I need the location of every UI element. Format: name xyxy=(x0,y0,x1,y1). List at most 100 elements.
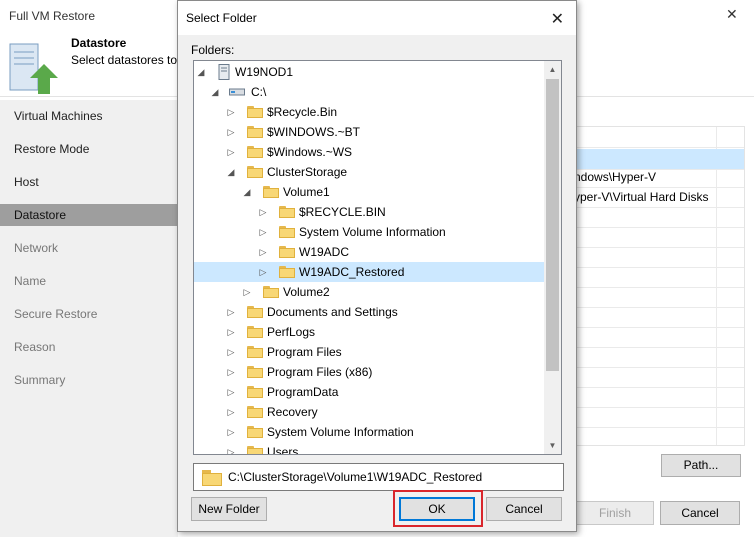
tree-node-folder[interactable]: ▷ Program Files (x86) xyxy=(194,362,545,382)
wizard-cancel-button[interactable]: Cancel xyxy=(660,501,740,525)
table-row[interactable] xyxy=(574,127,744,148)
path-button[interactable]: Path... xyxy=(661,454,741,477)
select-folder-dialog: Select Folder ✕ Folders: ◢ W19NOD1 ◢ C:\… xyxy=(177,0,577,532)
close-icon[interactable]: ✕ xyxy=(726,6,738,23)
step-datastore[interactable]: Datastore xyxy=(0,204,178,226)
tree-node-folder[interactable]: ▷ W19ADC xyxy=(194,242,545,262)
tree-node-folder[interactable]: ▷ $WINDOWS.~BT xyxy=(194,122,545,142)
collapsed-arrow-icon[interactable]: ▷ xyxy=(258,202,268,222)
folder-tree[interactable]: ◢ W19NOD1 ◢ C:\ ▷ $Recycle.Bin ▷ $WINDOW… xyxy=(193,60,562,455)
table-row[interactable] xyxy=(574,267,744,288)
tree-node-folder[interactable]: ▷ PerfLogs xyxy=(194,322,545,342)
step-subtitle: Select datastores to xyxy=(71,53,178,67)
expanded-arrow-icon[interactable]: ◢ xyxy=(242,182,252,202)
scrollbar-thumb[interactable] xyxy=(546,79,559,371)
step-reason: Reason xyxy=(14,340,56,354)
table-row[interactable] xyxy=(574,427,744,445)
dialog-cancel-button[interactable]: Cancel xyxy=(486,497,562,521)
computer-icon xyxy=(218,64,230,80)
collapsed-arrow-icon[interactable]: ▷ xyxy=(226,142,236,162)
collapsed-arrow-icon[interactable]: ▷ xyxy=(226,102,236,122)
datastore-grid[interactable]: ndows\Hyper-V yper-V\Virtual Hard Disks xyxy=(574,126,745,446)
expanded-arrow-icon[interactable]: ◢ xyxy=(196,62,206,82)
tree-node-volume1[interactable]: ◢ Volume1 xyxy=(194,182,545,202)
step-host[interactable]: Host xyxy=(0,171,178,193)
tree-node-folder[interactable]: ▷ ProgramData xyxy=(194,382,545,402)
folder-icon xyxy=(247,406,263,418)
folder-icon xyxy=(279,266,295,278)
table-row[interactable]: yper-V\Virtual Hard Disks xyxy=(574,187,744,208)
collapsed-arrow-icon[interactable]: ▷ xyxy=(258,222,268,242)
tree-node-folder[interactable]: ▷ Documents and Settings xyxy=(194,302,545,322)
step-summary: Summary xyxy=(14,373,66,387)
step-restore-mode[interactable]: Restore Mode xyxy=(0,138,178,160)
new-folder-button[interactable]: New Folder xyxy=(191,497,267,521)
collapsed-arrow-icon[interactable]: ▷ xyxy=(226,422,236,442)
wizard-steps-sidebar: Virtual Machines Restore Mode Host Datas… xyxy=(0,100,178,537)
step-virtual-machines[interactable]: Virtual Machines xyxy=(0,105,178,127)
table-row[interactable] xyxy=(574,287,744,308)
step-secure-restore: Secure Restore xyxy=(14,307,98,321)
collapsed-arrow-icon[interactable]: ▷ xyxy=(242,282,252,302)
tree-node-folder[interactable]: ▷ Recovery xyxy=(194,402,545,422)
tree-node-folder[interactable]: ▷ $RECYCLE.BIN xyxy=(194,202,545,222)
collapsed-arrow-icon[interactable]: ▷ xyxy=(226,302,236,322)
folder-icon xyxy=(247,126,263,138)
folder-icon xyxy=(247,386,263,398)
folder-icon xyxy=(247,326,263,338)
drive-icon xyxy=(229,88,245,96)
table-row[interactable] xyxy=(574,307,744,328)
table-row[interactable] xyxy=(574,347,744,368)
collapsed-arrow-icon[interactable]: ▷ xyxy=(226,342,236,362)
selected-path-text: C:\ClusterStorage\Volume1\W19ADC_Restore… xyxy=(228,470,483,484)
folder-icon xyxy=(247,346,263,358)
step-name: Name xyxy=(14,274,47,288)
tree-node-clusterstorage[interactable]: ◢ ClusterStorage xyxy=(194,162,545,182)
table-row[interactable] xyxy=(574,387,744,408)
collapsed-arrow-icon[interactable]: ▷ xyxy=(226,382,236,402)
tree-node-w19nod1[interactable]: ◢ W19NOD1 xyxy=(194,62,545,82)
folder-icon xyxy=(247,106,263,118)
table-row[interactable] xyxy=(574,207,744,228)
tree-node-folder[interactable]: ▷ Users xyxy=(194,442,545,454)
table-row[interactable] xyxy=(574,227,744,248)
tree-node-folder[interactable]: ▷ System Volume Information xyxy=(194,222,545,242)
folder-icon xyxy=(247,146,263,158)
folder-icon xyxy=(263,186,279,198)
tree-node-folder[interactable]: ▷ Program Files xyxy=(194,342,545,362)
collapsed-arrow-icon[interactable]: ▷ xyxy=(226,322,236,342)
expanded-arrow-icon[interactable]: ◢ xyxy=(226,162,236,182)
table-row[interactable] xyxy=(574,367,744,388)
finish-button: Finish xyxy=(576,501,654,525)
collapsed-arrow-icon[interactable]: ▷ xyxy=(226,402,236,422)
collapsed-arrow-icon[interactable]: ▷ xyxy=(258,262,268,282)
table-row[interactable] xyxy=(574,327,744,348)
folder-icon xyxy=(279,206,295,218)
expanded-arrow-icon[interactable]: ◢ xyxy=(210,82,220,102)
tree-node-w19adc-restored[interactable]: ▷ W19ADC_Restored xyxy=(194,262,545,282)
tree-scrollbar[interactable]: ▲ ▼ xyxy=(544,61,561,454)
folder-icon xyxy=(279,246,295,258)
collapsed-arrow-icon[interactable]: ▷ xyxy=(226,442,236,454)
ok-highlight-box xyxy=(393,490,483,527)
tree-node-folder[interactable]: ▷ $Windows.~WS xyxy=(194,142,545,162)
scroll-down-arrow-icon[interactable]: ▼ xyxy=(544,437,561,454)
scroll-up-arrow-icon[interactable]: ▲ xyxy=(544,61,561,78)
dialog-title: Select Folder xyxy=(186,11,257,25)
selected-path-field[interactable]: C:\ClusterStorage\Volume1\W19ADC_Restore… xyxy=(193,463,564,491)
folder-icon xyxy=(263,286,279,298)
collapsed-arrow-icon[interactable]: ▷ xyxy=(226,362,236,382)
table-row[interactable] xyxy=(574,407,744,428)
folder-icon xyxy=(247,446,263,454)
collapsed-arrow-icon[interactable]: ▷ xyxy=(258,242,268,262)
tree-node-folder[interactable]: ▷ $Recycle.Bin xyxy=(194,102,545,122)
tree-node-volume2[interactable]: ▷ Volume2 xyxy=(194,282,545,302)
step-title: Datastore xyxy=(71,36,127,50)
table-row[interactable]: ndows\Hyper-V xyxy=(574,167,744,188)
table-row[interactable] xyxy=(574,247,744,268)
tree-node-c-drive[interactable]: ◢ C:\ xyxy=(194,82,545,102)
datastore-restore-icon xyxy=(9,43,58,94)
collapsed-arrow-icon[interactable]: ▷ xyxy=(226,122,236,142)
tree-node-folder[interactable]: ▷ System Volume Information xyxy=(194,422,545,442)
close-icon[interactable]: ✕ xyxy=(551,9,564,29)
